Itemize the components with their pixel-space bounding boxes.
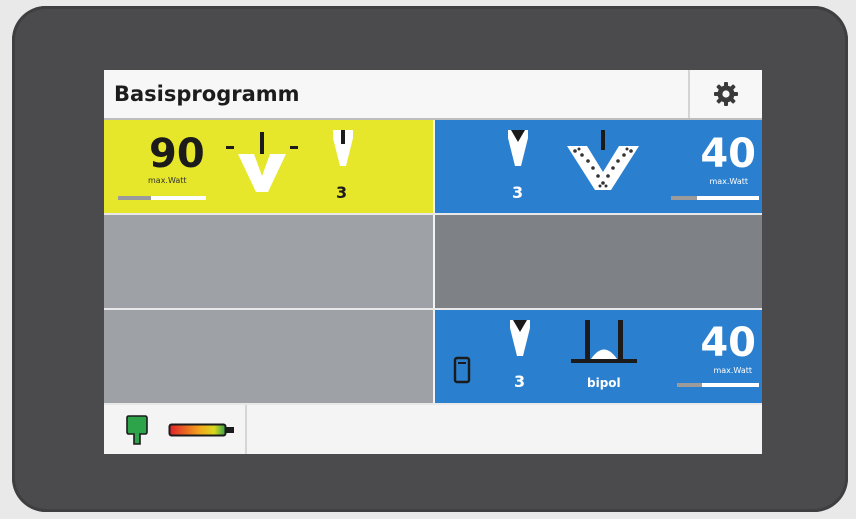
touch-screen: Basisprogramm 90 max.Watt 3 3 40 max.Wat… [104,70,762,454]
status-footer [104,405,762,454]
header-bar: Basisprogramm [104,70,762,120]
device-icon [453,356,471,384]
channel-panel-right-middle[interactable] [435,215,762,308]
channel-panel-right-bottom[interactable]: 3 bipol 40 max.Watt [435,310,762,403]
channel-panel-left-middle[interactable] [104,215,433,308]
program-title: Basisprogramm [114,82,300,106]
power-level-bar [677,383,759,387]
electrode-tip-icon [333,130,353,166]
power-value: 40 [700,131,756,177]
mode-label: bipol [587,376,621,390]
mode-number: 3 [514,372,526,391]
cut-v-icon [226,132,298,192]
bipolar-forceps-icon [571,320,637,363]
channel-panel-left-top[interactable]: 90 max.Watt 3 [104,120,433,213]
contact-quality-bar-icon [168,423,234,437]
coag-v-icon [567,130,639,190]
power-value: 40 [700,320,756,366]
power-unit: max.Watt [709,177,748,186]
mode-number: 3 [336,183,348,202]
channel-panel-right-top[interactable]: 3 40 max.Watt [435,120,762,213]
gear-icon [714,82,738,106]
power-unit: max.Watt [148,176,187,185]
electrode-tip-icon [510,320,530,356]
mode-number: 3 [512,183,524,202]
neutral-electrode-icon [126,415,148,445]
power-value: 90 [149,131,205,177]
power-unit: max.Watt [713,366,752,375]
power-level-bar [118,196,206,200]
channel-panel-left-bottom[interactable] [104,310,433,403]
electrode-tip-icon [508,130,528,166]
settings-button[interactable] [688,70,762,118]
power-level-bar [671,196,759,200]
footer-divider [245,405,247,454]
